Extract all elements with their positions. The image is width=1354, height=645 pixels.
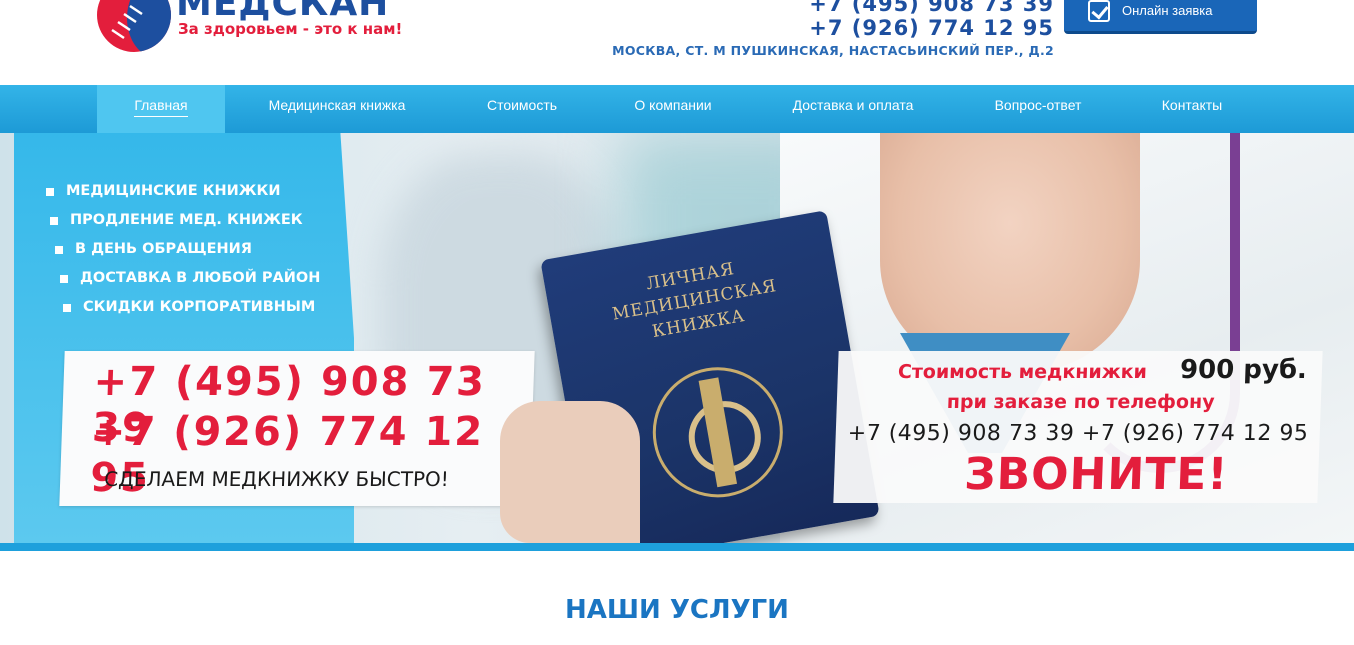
- header-address: МОСКВА, СТ. М ПУШКИНСКАЯ, НАСТАСЬИНСКИЙ …: [612, 43, 1054, 58]
- price-condition: при заказе по телефону: [946, 391, 1215, 413]
- nav-item-label: Медицинская книжка: [268, 97, 406, 113]
- main-nav: Главная Медицинская книжка Стоимость О к…: [0, 85, 1354, 133]
- nav-item-medical-book[interactable]: Медицинская книжка: [250, 85, 424, 133]
- feature-item: СКИДКИ КОРПОРАТИВНЫМ: [63, 299, 320, 315]
- price-label: Стоимость медкнижки: [897, 361, 1148, 383]
- medical-emblem-icon: [642, 357, 794, 508]
- nav-item-label: Главная: [134, 97, 188, 117]
- nav-item-price[interactable]: Стоимость: [470, 85, 574, 133]
- nav-item-home[interactable]: Главная: [97, 85, 225, 133]
- hero-banner: МЕДИЦИНСКИЕ КНИЖКИ ПРОДЛЕНИЕ МЕД. КНИЖЕК…: [0, 133, 1354, 543]
- nav-item-contacts[interactable]: Контакты: [1146, 85, 1238, 133]
- header-phone-1[interactable]: +7 (495) 908 73 39: [809, 0, 1054, 16]
- medical-book-title: ЛИЧНАЯ МЕДИЦИНСКАЯ КНИЖКА: [610, 259, 779, 342]
- header-phone-2[interactable]: +7 (926) 774 12 95: [809, 16, 1054, 40]
- hand-image: [500, 401, 640, 543]
- online-order-label: Онлайн заявка: [1122, 3, 1213, 18]
- feature-item: В ДЕНЬ ОБРАЩЕНИЯ: [55, 241, 320, 257]
- checkbox-icon: [1088, 0, 1110, 22]
- services-intro-text: [350, 638, 1000, 645]
- feature-item: ДОСТАВКА В ЛЮБОЙ РАЙОН: [60, 270, 320, 286]
- feature-item: МЕДИЦИНСКИЕ КНИЖКИ: [46, 183, 320, 199]
- nav-item-faq[interactable]: Вопрос-ответ: [980, 85, 1096, 133]
- logo-slogan: За здоровьем - это к нам!: [178, 20, 403, 38]
- banner-divider: [0, 543, 1354, 551]
- page: МЕДСКАН За здоровьем - это к нам! +7 (49…: [0, 0, 1354, 645]
- logo-dna-icon: [111, 4, 143, 40]
- nav-item-label: Контакты: [1161, 97, 1223, 113]
- banner-phone-card: +7 (495) 908 73 39 +7 (926) 774 12 95 СД…: [59, 351, 535, 506]
- feature-item: ПРОДЛЕНИЕ МЕД. КНИЖЕК: [50, 212, 320, 228]
- nav-item-label: Доставка и оплата: [792, 97, 914, 113]
- features-list: МЕДИЦИНСКИЕ КНИЖКИ ПРОДЛЕНИЕ МЕД. КНИЖЕК…: [46, 183, 320, 328]
- price-phones[interactable]: +7 (495) 908 73 39 +7 (926) 774 12 95: [847, 421, 1308, 446]
- banner-tagline: СДЕЛАЕМ МЕДКНИЖКУ БЫСТРО!: [103, 467, 450, 491]
- online-order-button[interactable]: Онлайн заявка: [1064, 0, 1257, 34]
- price-card: Стоимость медкнижки 900 руб. при заказе …: [833, 351, 1323, 503]
- call-to-action: ЗВОНИТЕ!: [963, 449, 1230, 500]
- price-value: 900 руб.: [1179, 355, 1308, 385]
- nav-item-label: Стоимость: [486, 97, 558, 113]
- nav-item-label: О компании: [634, 97, 712, 113]
- services-heading: НАШИ УСЛУГИ: [565, 595, 789, 625]
- nav-item-label: Вопрос-ответ: [994, 97, 1082, 113]
- site-header: МЕДСКАН За здоровьем - это к нам! +7 (49…: [0, 0, 1354, 85]
- nav-item-about[interactable]: О компании: [620, 85, 726, 133]
- nav-item-delivery[interactable]: Доставка и оплата: [776, 85, 930, 133]
